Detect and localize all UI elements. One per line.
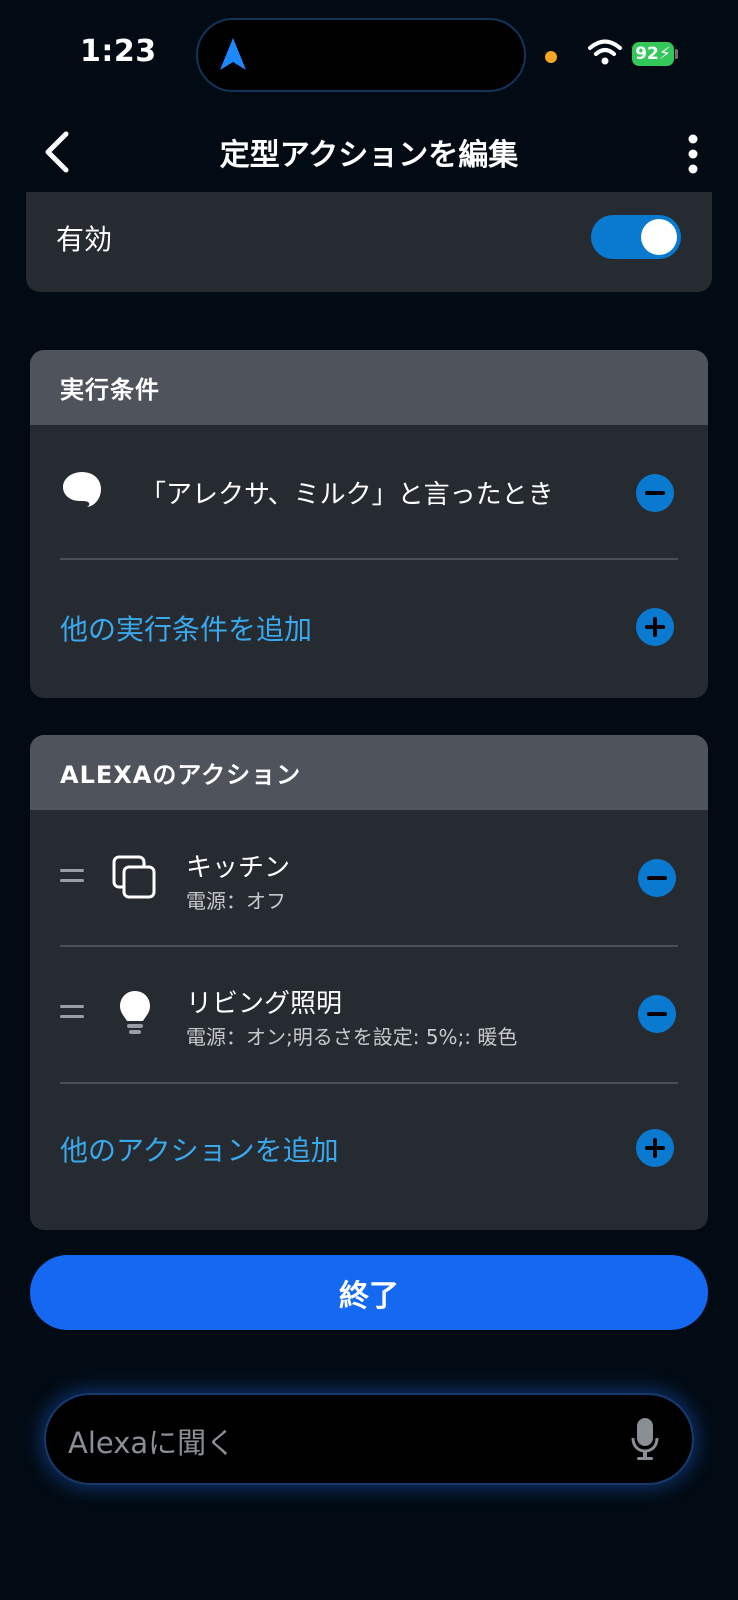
divider xyxy=(60,1082,678,1084)
add-action-link[interactable]: 他のアクションを追加 xyxy=(60,1129,339,1169)
remove-condition-button[interactable] xyxy=(636,474,674,512)
wifi-icon xyxy=(588,39,622,65)
drag-handle-icon[interactable] xyxy=(60,1003,84,1021)
device-group-icon xyxy=(112,855,156,899)
microphone-icon[interactable] xyxy=(630,1416,660,1462)
enabled-toggle[interactable] xyxy=(591,215,681,259)
done-button[interactable]: 終了 xyxy=(30,1255,708,1330)
remove-action-button[interactable] xyxy=(638,859,676,897)
privacy-indicator-dot xyxy=(545,51,557,63)
actions-heading: ALEXAのアクション xyxy=(30,735,708,810)
navigation-arrow-icon xyxy=(220,38,246,70)
add-condition-button[interactable] xyxy=(636,608,674,646)
remove-action-button[interactable] xyxy=(638,995,676,1033)
ask-alexa-placeholder[interactable]: Alexaに聞く xyxy=(68,1420,235,1462)
charging-bolt-icon: ⚡ xyxy=(658,44,671,64)
add-action-button[interactable] xyxy=(636,1129,674,1167)
action-detail-living-light: 電源：オン;明るさを設定: 5%;: 暖色 xyxy=(186,1025,518,1049)
actions-card: ALEXAのアクション キッチン 電源：オフ リビング照明 電源：オン;明るさを… xyxy=(30,735,708,1230)
action-title-kitchen[interactable]: キッチン xyxy=(186,847,290,884)
enabled-label: 有効 xyxy=(56,223,113,256)
action-detail-kitchen: 電源：オフ xyxy=(186,889,286,913)
drag-handle-icon[interactable] xyxy=(60,867,84,885)
condition-phrase[interactable]: 「アレクサ、ミルク」と言ったとき xyxy=(140,474,554,511)
page-title: 定型アクションを編集 xyxy=(219,138,519,173)
conditions-card: 実行条件 「アレクサ、ミルク」と言ったとき 他の実行条件を追加 xyxy=(30,350,708,698)
conditions-heading: 実行条件 xyxy=(30,350,708,425)
status-time: 1:23 xyxy=(80,34,157,69)
add-condition-link[interactable]: 他の実行条件を追加 xyxy=(60,608,312,648)
divider xyxy=(60,945,678,947)
action-title-living-light[interactable]: リビング照明 xyxy=(186,983,342,1020)
toggle-knob xyxy=(641,219,677,255)
divider xyxy=(60,558,678,560)
more-options-icon[interactable] xyxy=(686,134,700,174)
battery-tip xyxy=(675,49,678,59)
battery-level: 92 xyxy=(635,44,659,64)
speech-bubble-icon xyxy=(63,472,101,507)
light-bulb-icon xyxy=(120,991,150,1034)
battery-icon: 92 ⚡ xyxy=(632,42,674,66)
